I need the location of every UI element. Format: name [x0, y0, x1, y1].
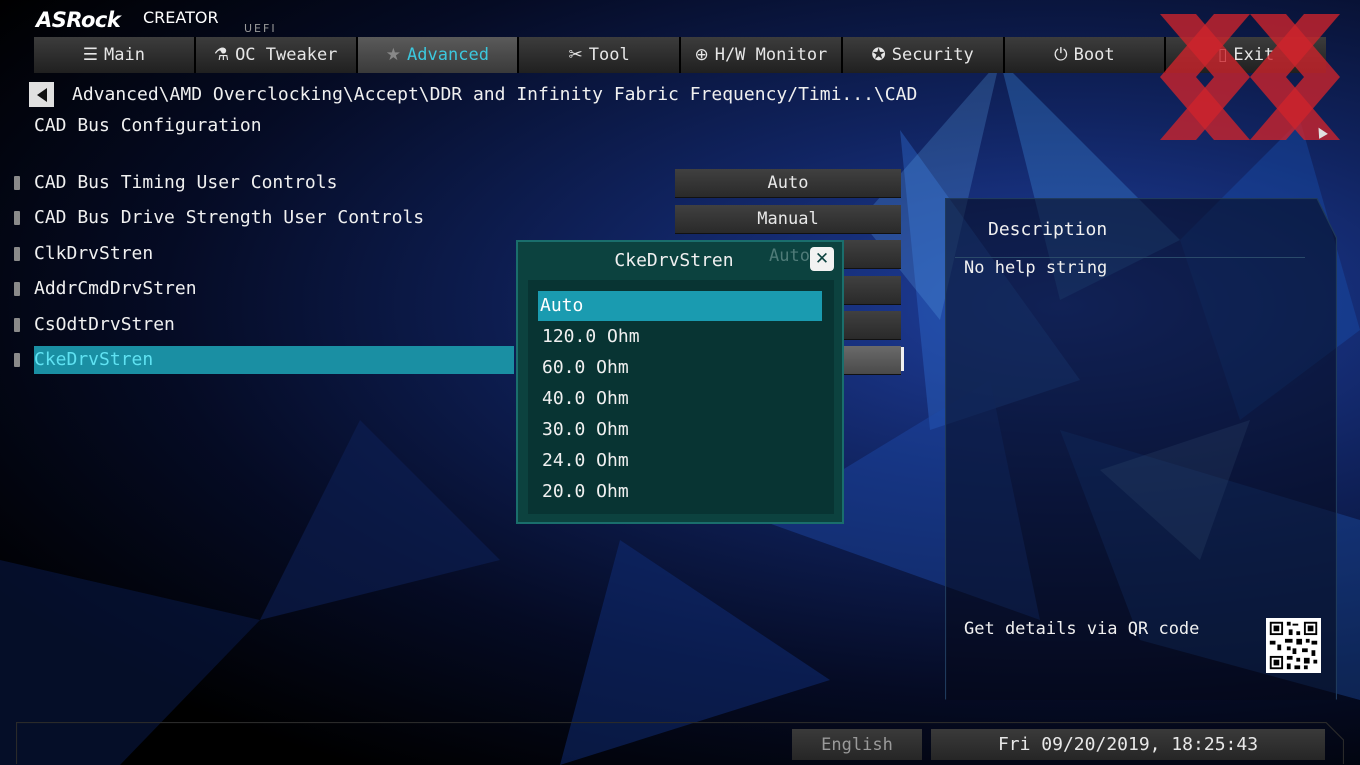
row-bullet: [14, 211, 20, 226]
datetime-display: Fri 09/20/2019, 18:25:43: [931, 729, 1325, 760]
setting-row-cad-bus-drive-strength[interactable]: CAD Bus Drive Strength User Controls: [14, 201, 514, 236]
list-icon: ☰: [82, 45, 99, 65]
option-dialog: Auto CkeDrvStren ✕ Auto 120.0 Ohm 60.0 O…: [516, 240, 844, 524]
setting-label: ClkDrvStren: [34, 242, 154, 264]
close-button[interactable]: ✕: [810, 247, 834, 271]
option-list: Auto 120.0 Ohm 60.0 Ohm 40.0 Ohm 30.0 Oh…: [528, 280, 834, 514]
tab-label: H/W Monitor: [714, 45, 828, 65]
tools-icon: ✂: [568, 45, 583, 65]
brand-name: ASRock: [36, 8, 121, 32]
close-icon: ✕: [814, 249, 830, 269]
breadcrumb: Advanced\AMD Overclocking\Accept\DDR and…: [72, 84, 918, 105]
tab-boot[interactable]: ⏻ Boot: [1004, 37, 1167, 73]
tab-label: OC Tweaker: [235, 45, 338, 65]
description-title: Description: [988, 219, 1108, 240]
row-edge-marker: [901, 347, 904, 371]
settings-list: CAD Bus Timing User Controls CAD Bus Dri…: [14, 166, 514, 378]
value-cad-bus-timing[interactable]: Auto: [675, 169, 901, 198]
tab-tool[interactable]: ✂ Tool: [519, 37, 681, 73]
tab-hw-monitor[interactable]: ⊕ H/W Monitor: [681, 37, 843, 73]
setting-row-ckedrvstren[interactable]: CkeDrvStren: [14, 343, 514, 378]
option-40-ohm[interactable]: 40.0 Ohm: [540, 384, 822, 414]
rocket-icon: ⚗: [213, 45, 230, 65]
description-text: No help string: [964, 258, 1108, 278]
setting-row-csodtdrvstren[interactable]: CsOdtDrvStren: [14, 308, 514, 343]
main-nav: ☰ Main ⚗ OC Tweaker ★ Advanced ✂ Tool ⊕ …: [34, 37, 1326, 73]
setting-label: CsOdtDrvStren: [34, 313, 175, 335]
dialog-title: CkeDrvStren: [614, 250, 734, 271]
row-bullet: [14, 352, 20, 367]
option-auto[interactable]: Auto: [538, 291, 822, 321]
option-20-ohm[interactable]: 20.0 Ohm: [540, 477, 822, 507]
tab-oc-tweaker[interactable]: ⚗ OC Tweaker: [195, 37, 358, 73]
watermark-xx-logo: [1160, 14, 1340, 140]
tab-main[interactable]: ☰ Main: [34, 37, 196, 73]
back-button[interactable]: [29, 82, 54, 107]
tab-advanced[interactable]: ★ Advanced: [357, 37, 520, 73]
page-title: CAD Bus Configuration: [34, 115, 262, 136]
row-bullet: [14, 282, 20, 297]
setting-row-addrcmddrvstren[interactable]: AddrCmdDrvStren: [14, 272, 514, 307]
setting-label: CkeDrvStren: [34, 348, 154, 370]
value-cad-bus-drive-strength[interactable]: Manual: [675, 205, 901, 234]
tab-security[interactable]: ✪ Security: [842, 37, 1005, 73]
crosshair-icon: ⊕: [694, 45, 709, 65]
setting-label: CAD Bus Drive Strength User Controls: [34, 207, 425, 229]
tab-label: Tool: [588, 45, 630, 65]
option-24-ohm[interactable]: 24.0 Ohm: [540, 446, 822, 476]
language-button[interactable]: English: [792, 729, 922, 760]
setting-row-cad-bus-timing[interactable]: CAD Bus Timing User Controls: [14, 166, 514, 201]
option-120-ohm[interactable]: 120.0 Ohm: [540, 322, 822, 352]
star-icon: ★: [385, 45, 402, 65]
row-bullet: [14, 176, 20, 190]
power-icon: ⏻: [1054, 45, 1068, 65]
setting-row-clkdrvstren[interactable]: ClkDrvStren: [14, 237, 514, 272]
qr-code-icon: [1266, 618, 1321, 673]
brand-edition: CREATOR: [143, 8, 219, 27]
tab-label: Advanced: [407, 45, 489, 65]
setting-label: CAD Bus Timing User Controls: [34, 172, 338, 193]
tab-label: Boot: [1073, 45, 1115, 65]
tab-label: Security: [891, 45, 974, 65]
shield-icon: ✪: [871, 45, 886, 65]
qr-label: Get details via QR code: [964, 619, 1200, 639]
row-bullet: [14, 317, 20, 332]
tab-label: Main: [104, 45, 145, 65]
row-bullet: [14, 246, 20, 261]
brand-firmware: UEFI: [244, 22, 277, 35]
setting-label: AddrCmdDrvStren: [34, 278, 197, 300]
option-30-ohm[interactable]: 30.0 Ohm: [540, 415, 822, 445]
option-60-ohm[interactable]: 60.0 Ohm: [540, 353, 822, 383]
back-arrow-icon: [36, 87, 47, 102]
